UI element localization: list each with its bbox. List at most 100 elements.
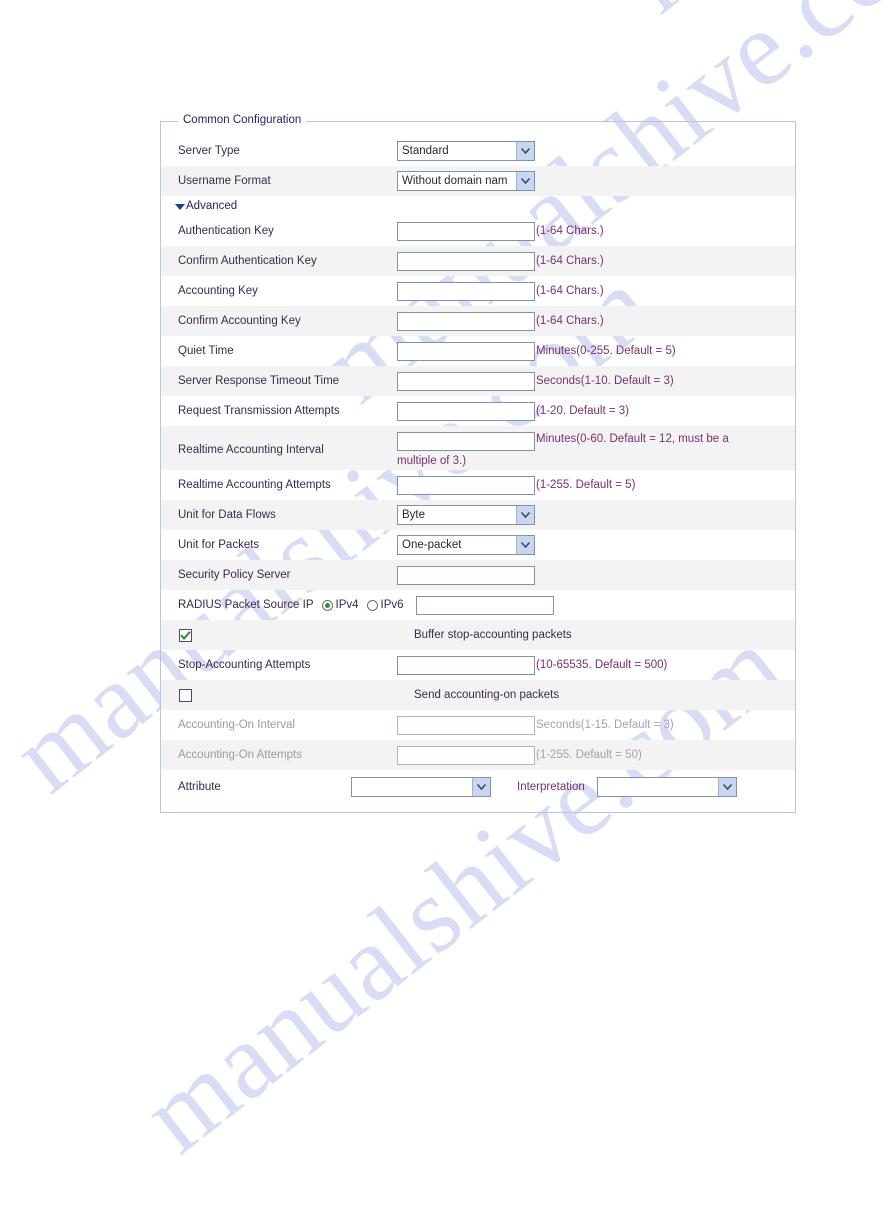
send-accounting-on-checkbox-cell [161, 688, 397, 702]
panel-legend: Common Configuration [178, 114, 307, 126]
server-type-value: Standard [402, 145, 449, 157]
row-stop-accounting-attempts: Stop-Accounting Attempts (10-65535. Defa… [161, 650, 795, 680]
confirm-authentication-key-input[interactable] [397, 251, 535, 271]
realtime-accounting-interval-control: multiple of 3.) Minutes(0-60. Default = … [397, 432, 729, 468]
server-response-timeout-control: Seconds(1-10. Default = 3) [397, 371, 674, 391]
row-buffer-stop-accounting: Buffer stop-accounting packets [161, 620, 795, 650]
chevron-down-icon[interactable] [717, 778, 736, 796]
confirm-authentication-key-label: Confirm Authentication Key [178, 255, 317, 267]
authentication-key-hint: (1-64 Chars.) [536, 225, 604, 237]
realtime-accounting-interval-input[interactable] [397, 432, 535, 451]
unit-for-data-flows-select[interactable]: Byte [397, 505, 535, 525]
accounting-on-attempts-hint: (1-255. Default = 50) [536, 749, 642, 761]
stop-accounting-attempts-control: (10-65535. Default = 500) [397, 655, 668, 675]
realtime-accounting-interval-label: Realtime Accounting Interval [178, 444, 324, 456]
realtime-accounting-attempts-input[interactable] [397, 475, 535, 495]
stop-accounting-attempts-hint: (10-65535. Default = 500) [536, 659, 668, 671]
row-request-transmission-attempts: Request Transmission Attempts (1-20. Def… [161, 396, 795, 426]
common-configuration-panel: Common Configuration Server Type Standar… [160, 114, 796, 813]
server-type-control: Standard [397, 141, 535, 161]
quiet-time-hint: Minutes(0-255. Default = 5) [536, 345, 676, 357]
username-format-value: Without domain nam [402, 175, 508, 187]
unit-for-packets-control: One-packet [397, 535, 535, 555]
confirm-accounting-key-hint: (1-64 Chars.) [536, 315, 604, 327]
stop-accounting-attempts-label: Stop-Accounting Attempts [178, 659, 311, 671]
radio-ipv4-icon[interactable] [321, 599, 333, 611]
request-transmission-attempts-label: Request Transmission Attempts [178, 405, 340, 417]
chevron-down-icon[interactable] [516, 172, 534, 190]
request-transmission-attempts-input[interactable] [397, 401, 535, 421]
row-unit-for-data-flows: Unit for Data Flows Byte [161, 500, 795, 530]
advanced-label: Advanced [186, 200, 238, 212]
row-server-response-timeout: Server Response Timeout Time Seconds(1-1… [161, 366, 795, 396]
confirm-accounting-key-input[interactable] [397, 311, 535, 331]
chevron-down-icon[interactable] [516, 506, 534, 524]
unit-for-packets-value: One-packet [402, 539, 462, 551]
quiet-time-control: Minutes(0-255. Default = 5) [397, 341, 676, 361]
watermark-text: manualshive.com [600, 0, 893, 38]
advanced-toggle[interactable]: Advanced [161, 196, 795, 216]
buffer-stop-accounting-checkbox[interactable] [179, 628, 192, 642]
radio-ipv6-icon[interactable] [366, 599, 378, 611]
chevron-down-icon[interactable] [516, 536, 534, 554]
quiet-time-input[interactable] [397, 341, 535, 361]
authentication-key-control: (1-64 Chars.) [397, 221, 604, 241]
authentication-key-input[interactable] [397, 221, 535, 241]
accounting-on-attempts-label: Accounting-On Attempts [178, 749, 303, 761]
row-security-policy-server: Security Policy Server [161, 560, 795, 590]
stop-accounting-attempts-input[interactable] [397, 655, 535, 675]
realtime-accounting-interval-hint-line1: Minutes(0-60. Default = 12, must be a [536, 433, 729, 445]
security-policy-server-label: Security Policy Server [178, 569, 291, 581]
security-policy-server-control [397, 565, 535, 585]
unit-for-data-flows-value: Byte [402, 509, 426, 521]
confirm-accounting-key-label: Confirm Accounting Key [178, 315, 301, 327]
accounting-on-interval-hint: Seconds(1-15. Default = 3) [536, 719, 674, 731]
accounting-key-control: (1-64 Chars.) [397, 281, 604, 301]
accounting-on-interval-control: Seconds(1-15. Default = 3) [397, 715, 674, 735]
realtime-accounting-attempts-control: (1-255. Default = 5) [397, 475, 636, 495]
radius-packet-source-ip-label-group: RADIUS Packet Source IP IPv4 IPv6 [161, 599, 404, 611]
username-format-label: Username Format [178, 175, 271, 187]
row-username-format: Username Format Without domain nam [161, 166, 795, 196]
chevron-down-icon[interactable] [472, 778, 490, 796]
row-server-type: Server Type Standard [161, 136, 795, 166]
radius-packet-source-ip-label: RADIUS Packet Source IP [178, 599, 314, 611]
accounting-key-input[interactable] [397, 281, 535, 301]
row-quiet-time: Quiet Time Minutes(0-255. Default = 5) [161, 336, 795, 366]
server-type-select[interactable]: Standard [397, 141, 535, 161]
row-accounting-on-attempts: Accounting-On Attempts (1-255. Default =… [161, 740, 795, 770]
chevron-down-icon[interactable] [516, 142, 534, 160]
interpretation-label: Interpretation [517, 781, 585, 793]
accounting-key-label: Accounting Key [178, 285, 258, 297]
request-transmission-attempts-hint: (1-20. Default = 3) [536, 405, 630, 417]
accounting-on-attempts-control: (1-255. Default = 50) [397, 745, 642, 765]
row-confirm-authentication-key: Confirm Authentication Key (1-64 Chars.) [161, 246, 795, 276]
radio-ipv6-label: IPv6 [380, 599, 404, 611]
confirm-authentication-key-control: (1-64 Chars.) [397, 251, 604, 271]
row-realtime-accounting-interval: Realtime Accounting Interval multiple of… [161, 426, 795, 470]
unit-for-data-flows-label: Unit for Data Flows [178, 509, 276, 521]
buffer-stop-accounting-label: Buffer stop-accounting packets [414, 629, 572, 641]
authentication-key-label: Authentication Key [178, 225, 274, 237]
realtime-accounting-attempts-hint: (1-255. Default = 5) [536, 479, 636, 491]
row-confirm-accounting-key: Confirm Accounting Key (1-64 Chars.) [161, 306, 795, 336]
send-accounting-on-label: Send accounting-on packets [414, 689, 560, 701]
row-send-accounting-on: Send accounting-on packets [161, 680, 795, 710]
username-format-control: Without domain nam [397, 171, 535, 191]
server-type-label: Server Type [178, 145, 240, 157]
row-unit-for-packets: Unit for Packets One-packet [161, 530, 795, 560]
realtime-accounting-attempts-label: Realtime Accounting Attempts [178, 479, 331, 491]
radio-ipv6[interactable]: IPv6 [366, 599, 404, 611]
unit-for-packets-select[interactable]: One-packet [397, 535, 535, 555]
server-response-timeout-input[interactable] [397, 371, 535, 391]
row-realtime-accounting-attempts: Realtime Accounting Attempts (1-255. Def… [161, 470, 795, 500]
attribute-select[interactable] [351, 777, 491, 797]
attribute-label: Attribute [178, 781, 221, 793]
username-format-select[interactable]: Without domain nam [397, 171, 535, 191]
radio-ipv4[interactable]: IPv4 [321, 599, 359, 611]
interpretation-select[interactable] [596, 777, 737, 797]
security-policy-server-input[interactable] [397, 565, 535, 585]
quiet-time-label: Quiet Time [178, 345, 234, 357]
radius-packet-source-ip-input[interactable] [415, 595, 554, 615]
send-accounting-on-checkbox[interactable] [179, 688, 192, 702]
